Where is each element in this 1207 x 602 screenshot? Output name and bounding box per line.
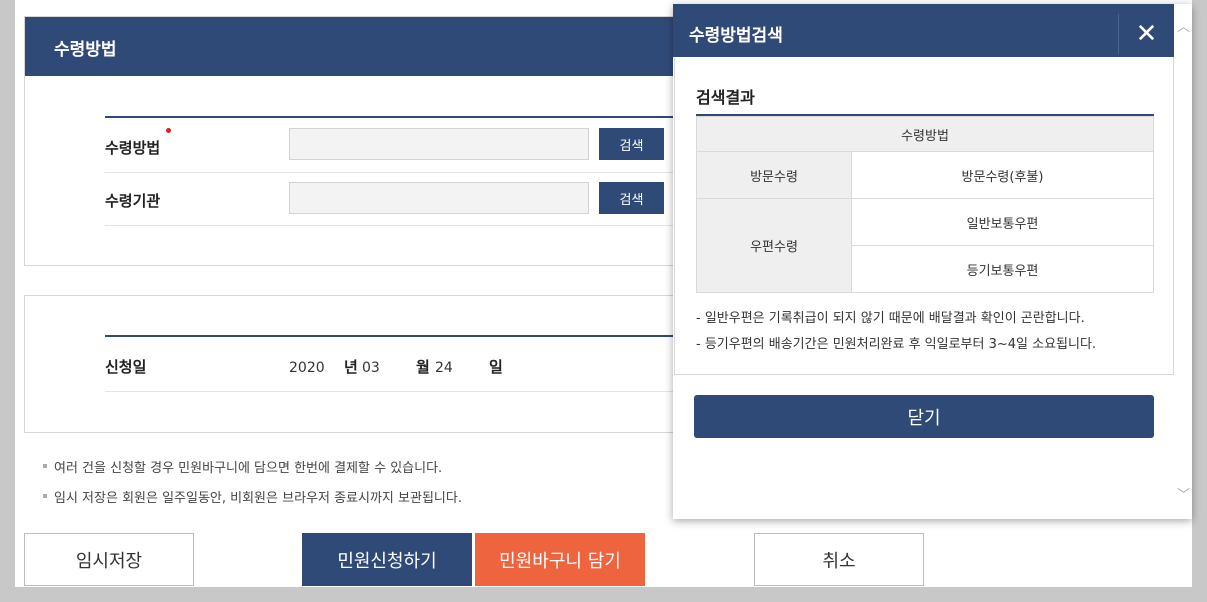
close-icon[interactable]: ✕ bbox=[1118, 14, 1174, 54]
notice-list: 여러 건을 신청할 경우 민원바구니에 담으면 한번에 결제할 수 있습니다. … bbox=[43, 457, 462, 517]
required-indicator bbox=[166, 128, 171, 133]
receive-method-search-dialog: 수령방법검색 ✕ 검색결과 수령방법 방문수령 방문수령(후불) 우편수령 일반… bbox=[673, 4, 1192, 519]
method-option[interactable]: 일반보통우편 bbox=[851, 198, 1154, 246]
apply-button[interactable]: 민원신청하기 bbox=[302, 533, 472, 586]
temp-save-button[interactable]: 임시저장 bbox=[24, 533, 194, 586]
method-option[interactable]: 방문수령(후불) bbox=[851, 151, 1154, 199]
date-day-unit: 일 bbox=[489, 358, 503, 376]
agency-field[interactable] bbox=[289, 182, 589, 214]
date-month: 03 bbox=[362, 360, 380, 376]
application-date-section: 신청일 2020 년 03 월 24 일 bbox=[24, 295, 725, 433]
chevron-up-icon[interactable]: ︿ bbox=[1177, 16, 1190, 35]
section-title: 수령방법 bbox=[25, 17, 723, 76]
receive-method-section: 수령방법 수령방법 검색 수령기관 검색 bbox=[24, 16, 725, 266]
date-year-unit: 년 bbox=[344, 358, 358, 376]
method-row: 수령방법 검색 bbox=[105, 118, 725, 173]
agency-label: 수령기관 bbox=[105, 192, 161, 210]
date-row: 신청일 bbox=[105, 337, 725, 392]
method-option[interactable]: 등기보통우편 bbox=[851, 245, 1154, 293]
table-header: 수령방법 bbox=[696, 116, 1154, 152]
date-label: 신청일 bbox=[105, 358, 147, 376]
table-row: 우편수령 일반보통우편 bbox=[696, 198, 1154, 293]
table-row: 방문수령 방문수령(후불) bbox=[696, 151, 1154, 199]
date-month-unit: 월 bbox=[416, 358, 430, 376]
result-title: 검색결과 bbox=[696, 88, 755, 107]
dialog-scrollbar[interactable]: ︿ ﹀ bbox=[1174, 4, 1192, 519]
date-year: 2020 bbox=[289, 360, 325, 376]
notice-item: 여러 건을 신청할 경우 민원바구니에 담으면 한번에 결제할 수 있습니다. bbox=[43, 457, 462, 487]
dialog-note: - 일반우편은 기록취급이 되지 않기 때문에 배달결과 확인이 곤란합니다. bbox=[696, 311, 1085, 326]
date-day: 24 bbox=[435, 360, 453, 376]
add-to-basket-button[interactable]: 민원바구니 담기 bbox=[475, 533, 645, 586]
result-table: 수령방법 방문수령 방문수령(후불) 우편수령 일반보통우편 등기보통우편 bbox=[696, 116, 1154, 293]
agency-search-button[interactable]: 검색 bbox=[599, 182, 664, 214]
dialog-close-button[interactable]: 닫기 bbox=[694, 395, 1154, 438]
notice-item: 임시 저장은 회원은 일주일동안, 비회원은 브라우저 종료시까지 보관됩니다. bbox=[43, 487, 462, 517]
dialog-title: 수령방법검색 bbox=[689, 26, 783, 46]
group-cell: 방문수령 bbox=[696, 151, 852, 199]
group-cell: 우편수령 bbox=[696, 198, 852, 293]
dialog-header: 수령방법검색 ✕ bbox=[673, 4, 1174, 57]
agency-row: 수령기관 검색 bbox=[105, 173, 725, 226]
dialog-note: - 등기우편의 배송기간은 민원처리완료 후 익일로부터 3~4일 소요됩니다. bbox=[696, 337, 1097, 352]
chevron-down-icon[interactable]: ﹀ bbox=[1177, 484, 1190, 503]
cancel-button[interactable]: 취소 bbox=[754, 533, 924, 586]
method-search-button[interactable]: 검색 bbox=[599, 128, 664, 160]
dialog-notes: - 일반우편은 기록취급이 되지 않기 때문에 배달결과 확인이 곤란합니다. … bbox=[696, 307, 1096, 359]
method-field[interactable] bbox=[289, 128, 589, 160]
dialog-body: 검색결과 수령방법 방문수령 방문수령(후불) 우편수령 일반보통우편 등기보통… bbox=[674, 57, 1174, 375]
method-label: 수령방법 bbox=[105, 139, 161, 157]
